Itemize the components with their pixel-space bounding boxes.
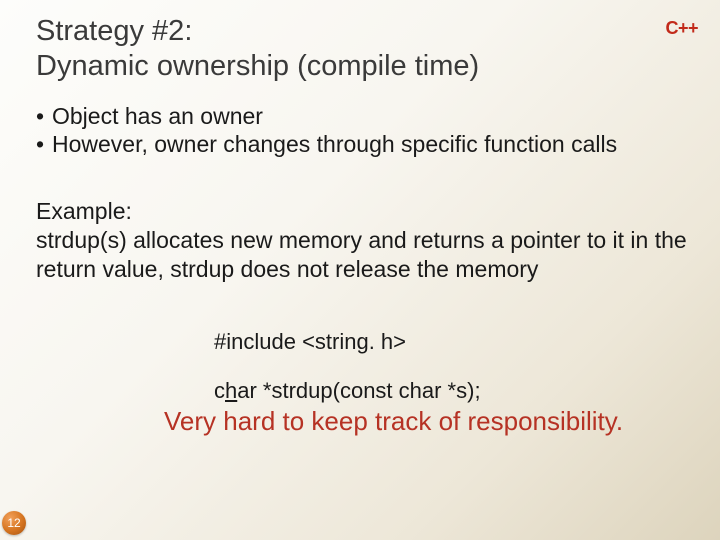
bullet-dot-icon: • — [36, 102, 52, 131]
code-proto-pre: c — [214, 378, 225, 403]
page-number-badge: 12 — [2, 511, 26, 535]
code-block: #include <string. h> char *strdup(const … — [214, 329, 692, 404]
bullet-text: Object has an owner — [52, 102, 263, 131]
language-badge: C++ — [665, 18, 698, 39]
bullet-item: • Object has an owner — [36, 102, 692, 131]
example-block: Example: strdup(s) allocates new memory … — [36, 197, 692, 283]
title-line-1: Strategy #2: — [36, 15, 192, 47]
code-include-line: #include <string. h> — [214, 329, 692, 355]
footnote: Very hard to keep track of responsibilit… — [164, 406, 692, 437]
slide: Strategy #2: Dynamic ownership (compile … — [0, 0, 720, 540]
slide-title: Strategy #2: Dynamic ownership (compile … — [36, 14, 479, 84]
code-prototype-line: char *strdup(const char *s); — [214, 378, 692, 404]
bullet-dot-icon: • — [36, 130, 52, 159]
example-heading: Example: — [36, 198, 132, 224]
bullet-item: • However, owner changes through specifi… — [36, 130, 692, 159]
title-line-2: Dynamic ownership (compile time) — [36, 50, 479, 82]
header-row: Strategy #2: Dynamic ownership (compile … — [36, 14, 692, 84]
example-body: strdup(s) allocates new memory and retur… — [36, 227, 687, 282]
bullet-list: • Object has an owner • However, owner c… — [36, 102, 692, 160]
code-proto-underline: h — [225, 378, 237, 403]
code-proto-post: ar *strdup(const char *s); — [237, 378, 480, 403]
bullet-text: However, owner changes through specific … — [52, 130, 617, 159]
page-number: 12 — [7, 516, 20, 530]
